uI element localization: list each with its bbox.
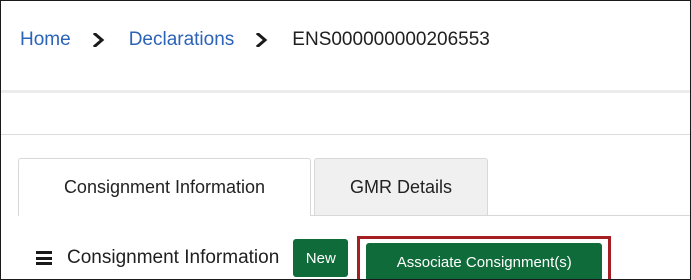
chevron-right-icon (92, 33, 105, 47)
breadcrumb-current: ENS000000000206553 (292, 29, 490, 50)
hamburger-menu-icon[interactable] (36, 251, 52, 265)
breadcrumb-home-link[interactable]: Home (20, 29, 71, 51)
new-button[interactable]: New (293, 239, 349, 277)
section-title: Consignment Information (67, 247, 280, 268)
associate-consignments-button[interactable]: Associate Consignment(s) (366, 243, 603, 279)
tab-consignment-information[interactable]: Consignment Information (18, 158, 311, 216)
tab-bar: Consignment Information GMR Details (18, 158, 488, 216)
chevron-right-icon (256, 33, 268, 47)
divider (1, 134, 690, 135)
highlight-box: Associate Consignment(s) (357, 236, 612, 279)
page-frame: Home Declarations ENS000000000206553 Con… (0, 0, 691, 280)
divider (1, 90, 690, 93)
tab-gmr-details[interactable]: GMR Details (314, 158, 488, 216)
breadcrumb-declarations-link[interactable]: Declarations (129, 29, 235, 51)
breadcrumb: Home Declarations ENS000000000206553 (20, 25, 490, 55)
section-header: Consignment Information New Associate Co… (36, 233, 612, 279)
